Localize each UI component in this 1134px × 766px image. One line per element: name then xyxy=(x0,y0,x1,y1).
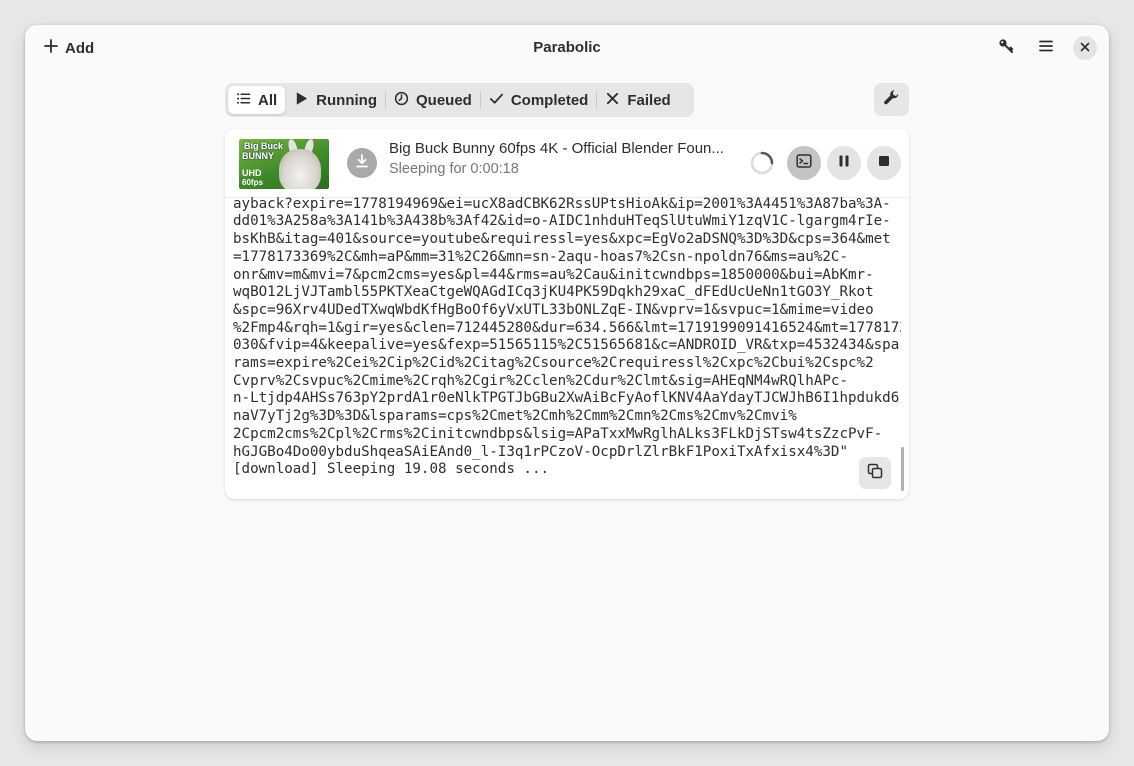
video-thumbnail: Big Buck BUNNY UHD 60fps xyxy=(239,139,329,189)
filter-completed-label: Completed xyxy=(510,91,589,109)
thumbnail-text: UHD xyxy=(242,168,262,178)
hamburger-menu-icon xyxy=(1038,38,1054,59)
filter-failed-button[interactable]: Failed xyxy=(597,86,678,114)
close-window-button[interactable] xyxy=(1073,36,1097,60)
window-title: Parabolic xyxy=(533,39,601,56)
wrench-icon xyxy=(883,89,900,111)
filter-bar: All Running Queued Completed Failed xyxy=(225,83,694,117)
clock-icon xyxy=(394,91,409,110)
main-menu-button[interactable] xyxy=(1031,33,1061,63)
filter-all-button[interactable]: All xyxy=(228,86,286,114)
filter-queued-button[interactable]: Queued xyxy=(386,86,480,114)
thumbnail-text: BUNNY xyxy=(242,151,275,161)
thumbnail-text: Big Buck xyxy=(244,141,284,151)
filter-running-button[interactable]: Running xyxy=(286,86,385,114)
keyring-button[interactable] xyxy=(991,33,1021,63)
terminal-icon xyxy=(796,153,812,174)
close-icon xyxy=(1080,39,1090,57)
thumbnail-text: 60fps xyxy=(242,178,263,187)
filter-all-label: All xyxy=(258,91,278,109)
key-icon xyxy=(998,38,1014,59)
download-state-indicator xyxy=(347,148,377,178)
filter-completed-button[interactable]: Completed xyxy=(481,86,597,114)
download-row-card: Big Buck BUNNY UHD 60fps Big Buck Bunny … xyxy=(225,129,909,499)
pause-icon xyxy=(836,153,852,174)
filter-running-label: Running xyxy=(316,91,377,109)
pause-button[interactable] xyxy=(827,146,861,180)
header-bar: Add Parabolic xyxy=(25,25,1109,71)
download-arrow-icon xyxy=(354,153,370,174)
filter-queued-label: Queued xyxy=(416,91,472,109)
app-window: Add Parabolic All Running Queued Complet… xyxy=(25,25,1109,741)
toggle-log-button[interactable] xyxy=(787,146,821,180)
download-title: Big Buck Bunny 60fps 4K - Official Blend… xyxy=(389,140,724,157)
copy-log-button[interactable] xyxy=(859,457,891,489)
stop-icon xyxy=(876,153,892,174)
filter-failed-label: Failed xyxy=(627,91,671,109)
preferences-button[interactable] xyxy=(874,83,909,116)
x-icon xyxy=(605,91,620,110)
stop-button[interactable] xyxy=(867,146,901,180)
download-status: Sleeping for 0:00:18 xyxy=(389,161,519,177)
play-icon xyxy=(294,91,309,110)
check-icon xyxy=(489,91,504,110)
log-scrollbar[interactable] xyxy=(901,447,904,491)
download-log-text: ayback?expire=1778194969&ei=ucX8adCBK62R… xyxy=(233,197,901,478)
progress-spinner xyxy=(750,151,774,175)
download-row-header: Big Buck BUNNY UHD 60fps Big Buck Bunny … xyxy=(225,129,909,198)
copy-icon xyxy=(867,463,883,484)
download-log-view[interactable]: ayback?expire=1778194969&ei=ucX8adCBK62R… xyxy=(233,197,901,479)
list-icon xyxy=(236,91,251,110)
